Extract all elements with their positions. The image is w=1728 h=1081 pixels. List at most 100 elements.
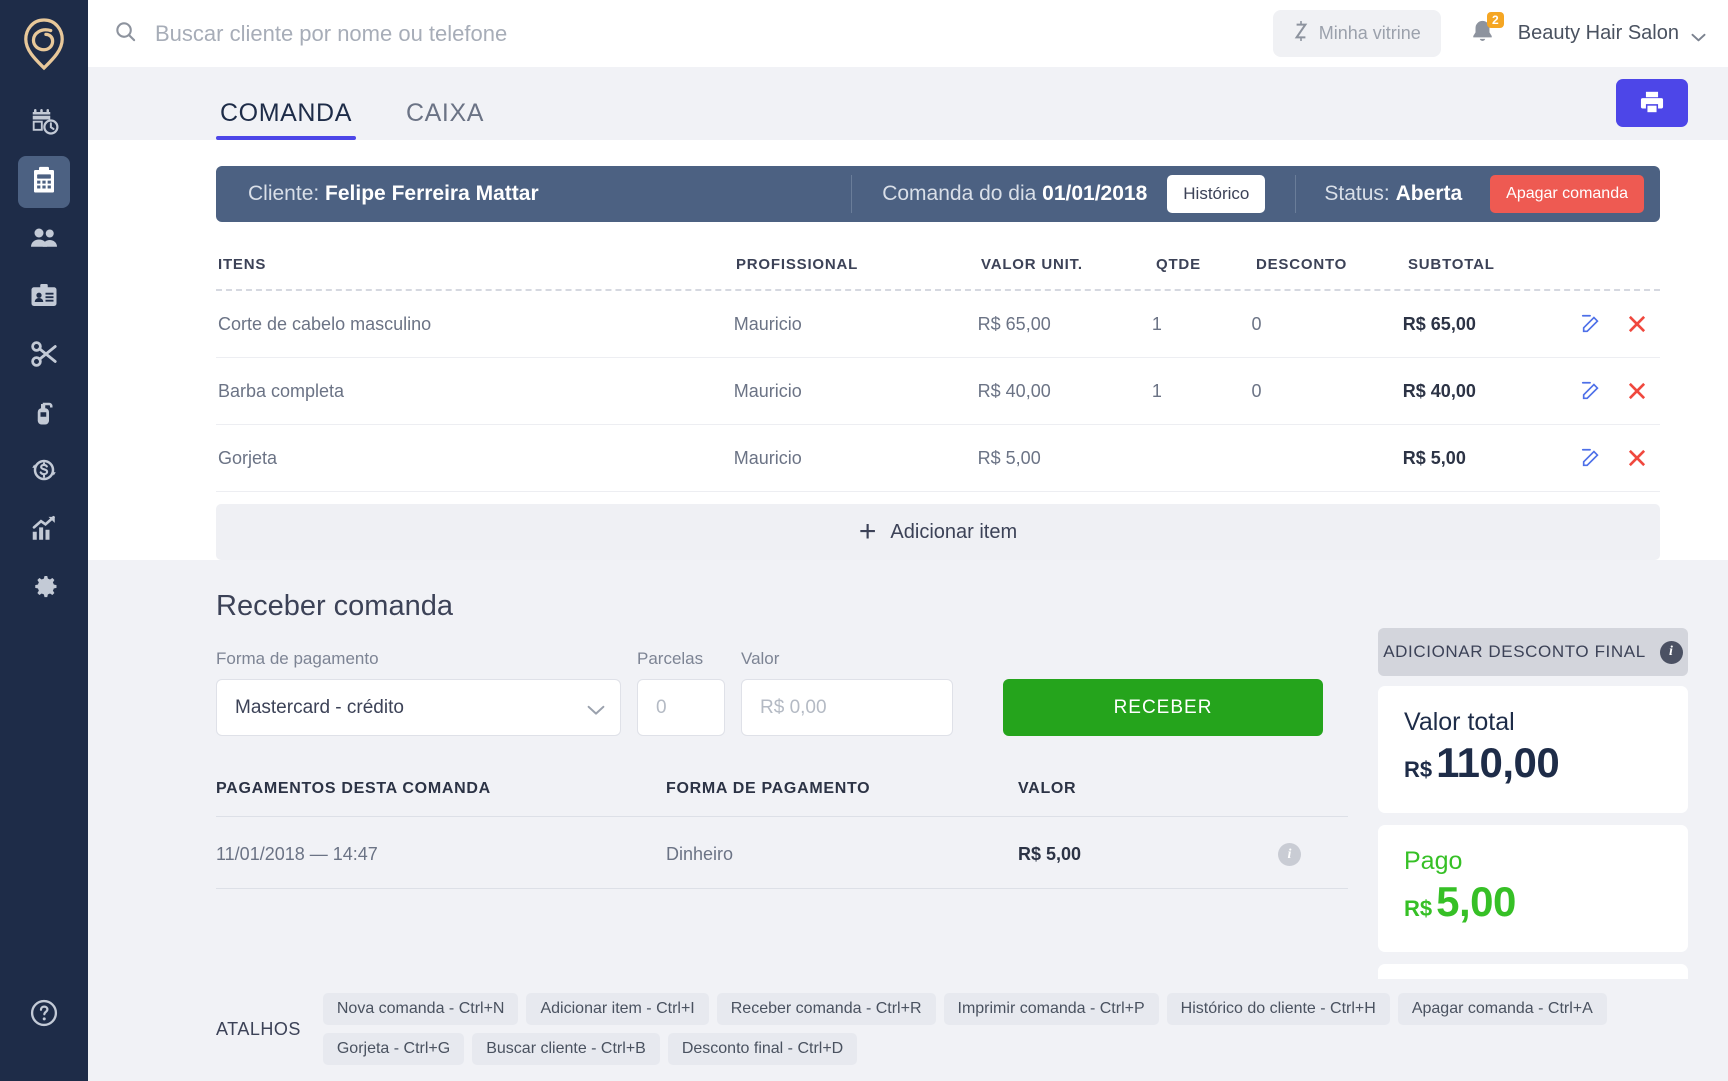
shortcut-adicionar-item[interactable]: Adicionar item - Ctrl+I — [526, 993, 709, 1025]
valor-label: Valor — [741, 649, 780, 668]
drop-logo-icon — [0, 12, 88, 76]
total-label: Valor total — [1404, 708, 1515, 736]
apagar-comanda-button[interactable]: Apagar comanda — [1490, 175, 1644, 213]
edit-pencil-icon[interactable] — [1580, 313, 1602, 335]
clipboard-register-icon — [29, 165, 59, 200]
sidebar-item-comanda[interactable] — [18, 156, 70, 208]
sidebar-item-agenda[interactable] — [18, 98, 70, 150]
minha-vitrine-label: Minha vitrine — [1318, 23, 1421, 43]
search-input[interactable] — [155, 20, 1273, 47]
row-professional: Mauricio — [733, 313, 802, 334]
row-item-name: Corte de cabelo masculino — [218, 313, 432, 334]
payment-date: 11/01/2018 — 14:47 — [216, 844, 378, 864]
row-discount: 0 — [1251, 313, 1262, 334]
tab-caixa[interactable]: CAIXA — [402, 99, 488, 140]
close-x-icon[interactable] — [1626, 313, 1648, 335]
total-card: Valor total R$ 110,00 — [1378, 686, 1688, 813]
valor-input[interactable] — [741, 679, 953, 736]
table-row: Barba completa Mauricio R$ 40,00 1 0 R$ … — [216, 358, 1660, 425]
valor-field: Valor — [741, 649, 953, 736]
col-profissional: PROFISSIONAL — [736, 256, 859, 273]
col-pagamentos: PAGAMENTOS DESTA COMANDA — [216, 780, 491, 797]
sidebar-item-profissionais[interactable] — [18, 272, 70, 324]
sidebar-item-relatorios[interactable] — [18, 504, 70, 556]
parcelas-field: Parcelas — [637, 649, 725, 736]
parcelas-input[interactable] — [637, 679, 725, 736]
shortcuts-bar: ATALHOS Nova comanda - Ctrl+N Adicionar … — [88, 979, 1728, 1081]
total-amount: R$ 110,00 — [1404, 739, 1662, 787]
date-value: 01/01/2018 — [1042, 182, 1148, 205]
col-subtotal: SUBTOTAL — [1408, 256, 1495, 273]
shortcut-nova-comanda[interactable]: Nova comanda - Ctrl+N — [322, 993, 519, 1025]
payments-table: PAGAMENTOS DESTA COMANDA FORMA DE PAGAME… — [216, 780, 1348, 889]
sidebar-item-configuracoes[interactable] — [18, 562, 70, 614]
items-table-header: ITENS PROFISSIONAL VALOR UNIT. QTDE DESC… — [216, 244, 1660, 291]
sidebar-item-servicos[interactable] — [18, 330, 70, 382]
row-quantity: 1 — [1151, 380, 1162, 401]
shortcut-historico-cliente[interactable]: Histórico do cliente - Ctrl+H — [1166, 993, 1390, 1025]
adicionar-item-label: Adicionar item — [890, 520, 1018, 543]
sidebar-item-clientes[interactable] — [18, 214, 70, 266]
tab-bar: COMANDA CAIXA — [88, 67, 1728, 140]
row-item-name: Gorjeta — [218, 447, 278, 468]
minha-vitrine-button[interactable]: Minha vitrine — [1272, 10, 1441, 57]
close-x-icon[interactable] — [1626, 380, 1648, 402]
account-menu[interactable]: Beauty Hair Salon — [1518, 22, 1706, 45]
shortcut-buscar-cliente[interactable]: Buscar cliente - Ctrl+B — [472, 1033, 660, 1065]
scissors-icon — [29, 339, 59, 374]
id-card-icon — [29, 281, 59, 316]
info-icon[interactable]: i — [1659, 640, 1683, 664]
parcelas-label: Parcelas — [637, 649, 704, 668]
clients-icon — [29, 223, 59, 258]
main-content: Minha vitrine 2 Beauty Hair Salon COMAND… — [88, 0, 1728, 1081]
payment-method-field: Forma de pagamento — [216, 649, 621, 736]
shortcut-desconto-final[interactable]: Desconto final - Ctrl+D — [667, 1033, 858, 1065]
help-button[interactable] — [18, 989, 70, 1041]
info-icon[interactable]: i — [1278, 843, 1301, 866]
sidebar-item-financeiro[interactable] — [18, 446, 70, 498]
edit-pencil-icon[interactable] — [1580, 447, 1602, 469]
row-professional: Mauricio — [733, 380, 802, 401]
app-root: Minha vitrine 2 Beauty Hair Salon COMAND… — [0, 0, 1728, 1081]
shortcuts-chips: Nova comanda - Ctrl+N Adicionar item - C… — [322, 993, 1688, 1065]
row-unit-value: R$ 40,00 — [977, 380, 1051, 401]
col-valor-unit: VALOR UNIT. — [981, 256, 1083, 273]
edit-pencil-icon[interactable] — [1580, 380, 1602, 402]
shortcuts-label: ATALHOS — [216, 1018, 301, 1039]
print-button[interactable] — [1616, 79, 1688, 127]
pago-card: Pago R$ 5,00 — [1378, 825, 1688, 952]
tab-comanda[interactable]: COMANDA — [216, 99, 356, 140]
search-area — [114, 20, 1273, 48]
payment-method-select[interactable] — [216, 679, 621, 736]
product-bottle-icon — [29, 397, 59, 432]
payments-table-header: PAGAMENTOS DESTA COMANDA FORMA DE PAGAME… — [216, 780, 1348, 817]
row-subtotal: R$ 5,00 — [1402, 447, 1466, 468]
shortcut-apagar-comanda[interactable]: Apagar comanda - Ctrl+A — [1397, 993, 1607, 1025]
client-name-block: Cliente: Felipe Ferreira Mattar — [248, 182, 851, 206]
notification-badge: 2 — [1486, 11, 1504, 28]
pago-amount: R$ 5,00 — [1404, 878, 1662, 926]
historico-button[interactable]: Histórico — [1167, 175, 1266, 213]
sidebar-item-produtos[interactable] — [18, 388, 70, 440]
row-subtotal: R$ 65,00 — [1402, 313, 1476, 334]
close-x-icon[interactable] — [1626, 447, 1648, 469]
total-value: 110,00 — [1436, 739, 1560, 786]
row-item-name: Barba completa — [218, 380, 345, 401]
shortcut-receber-comanda[interactable]: Receber comanda - Ctrl+R — [716, 993, 936, 1025]
row-professional: Mauricio — [733, 447, 802, 468]
receber-button[interactable]: RECEBER — [1003, 679, 1323, 736]
date-label: Comanda do dia — [882, 182, 1037, 205]
notifications-button[interactable]: 2 — [1469, 11, 1504, 50]
adicionar-desconto-final-button[interactable]: ADICIONAR DESCONTO FINAL i — [1378, 628, 1688, 676]
row-unit-value: R$ 65,00 — [977, 313, 1051, 334]
table-row: 11/01/2018 — 14:47 Dinheiro R$ 5,00 i — [216, 817, 1348, 889]
pago-currency: R$ — [1404, 896, 1433, 921]
printer-icon — [1639, 89, 1665, 118]
comanda-date-text: Comanda do dia 01/01/2018 — [882, 182, 1147, 206]
payment-method-select-wrap — [216, 679, 621, 736]
plus-icon: + — [858, 515, 877, 548]
col-desconto: DESCONTO — [1256, 256, 1348, 273]
shortcut-gorjeta[interactable]: Gorjeta - Ctrl+G — [322, 1033, 465, 1065]
shortcut-imprimir-comanda[interactable]: Imprimir comanda - Ctrl+P — [943, 993, 1159, 1025]
adicionar-item-button[interactable]: + Adicionar item — [216, 504, 1660, 560]
